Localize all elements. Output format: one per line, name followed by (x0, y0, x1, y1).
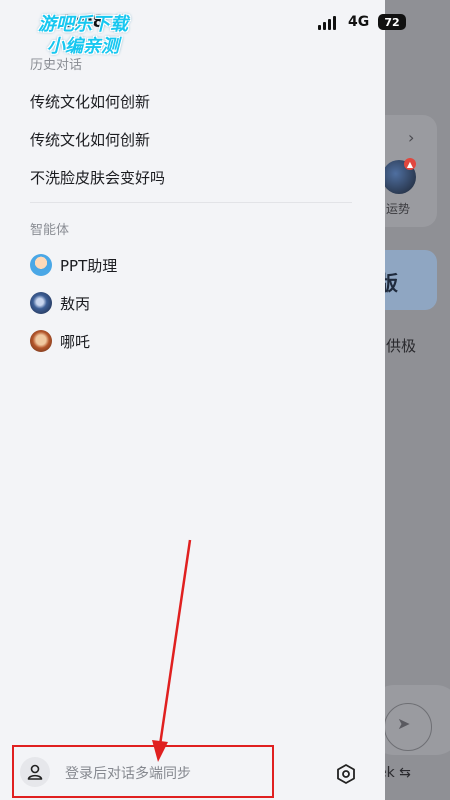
annotation-arrow-icon (152, 539, 192, 762)
